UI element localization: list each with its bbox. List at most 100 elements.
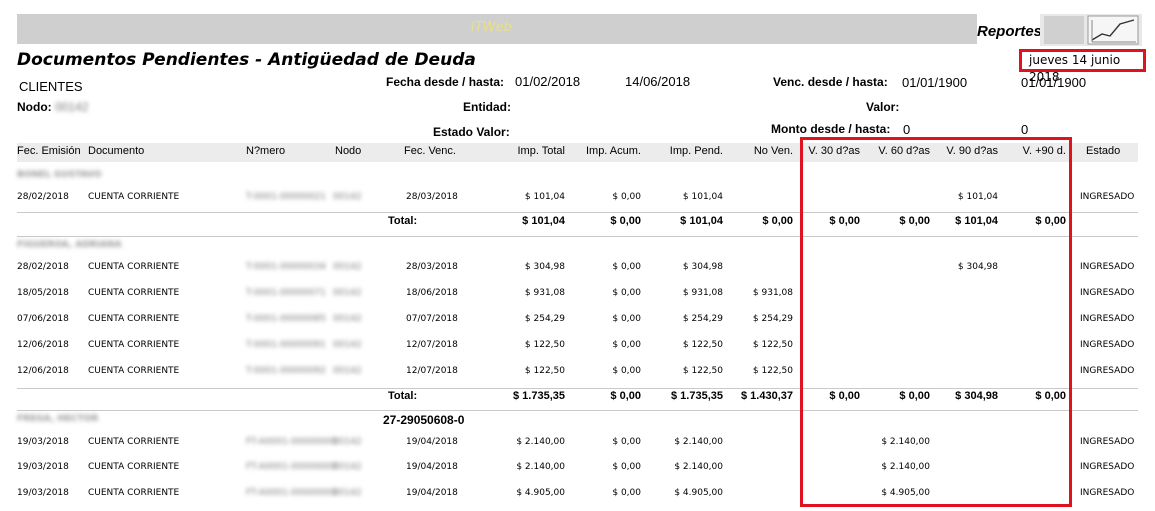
cell-imp-pend: $ 4.905,00: [674, 488, 723, 498]
col-imp-total: Imp. Total: [517, 145, 566, 157]
cell-estado: INGRESADO: [1080, 314, 1135, 324]
cell-imp-acum: $ 0,00: [612, 437, 641, 447]
cell-nodo: 00142: [333, 462, 362, 472]
cell-fec-venc: 19/04/2018: [406, 462, 458, 472]
cell-estado: INGRESADO: [1080, 192, 1135, 202]
cell-documento: CUENTA CORRIENTE: [88, 366, 180, 376]
cell-documento: CUENTA CORRIENTE: [88, 262, 180, 272]
cell-imp-total: $ 122,50: [524, 340, 565, 350]
cell-fec-venc: 12/07/2018: [406, 366, 458, 376]
cell-estado: INGRESADO: [1080, 288, 1135, 298]
cell-fec-emision: 28/02/2018: [17, 262, 69, 272]
col-imp-pend: Imp. Pend.: [669, 145, 723, 157]
nodo-value: 00142: [55, 100, 89, 114]
cell-v90: $ 304,98: [957, 262, 998, 272]
col-v90: V. 90 d?as: [946, 145, 998, 157]
cell-fec-venc: 28/03/2018: [406, 262, 458, 272]
cell-fec-venc: 19/04/2018: [406, 437, 458, 447]
total-v60: $ 0,00: [899, 215, 930, 227]
cell-fec-emision: 19/03/2018: [17, 437, 69, 447]
cell-imp-total: $ 2.140,00: [516, 437, 565, 447]
cell-imp-total: $ 254,29: [524, 314, 565, 324]
row-divider: [17, 236, 1138, 237]
col-fec-emision: Fec. Emisión: [17, 145, 81, 157]
cell-v60: $ 2.140,00: [881, 462, 930, 472]
col-v90plus: V. +90 d.: [1022, 145, 1066, 157]
client-name: FREGA, HECTOR: [17, 414, 99, 424]
client-name: FIGUEROA, ADRIANA: [17, 240, 122, 250]
cell-numero: T-0001-00000071: [246, 288, 326, 298]
cell-numero: FT-A0001-00000000: [246, 488, 337, 498]
cell-imp-total: $ 122,50: [524, 366, 565, 376]
cell-documento: CUENTA CORRIENTE: [88, 488, 180, 498]
cell-nodo: 00142: [333, 437, 362, 447]
fecha-hasta: 14/06/2018: [625, 74, 691, 89]
cell-imp-acum: $ 0,00: [612, 462, 641, 472]
cell-documento: CUENTA CORRIENTE: [88, 314, 180, 324]
col-v30: V. 30 d?as: [808, 145, 860, 157]
cell-fec-emision: 19/03/2018: [17, 488, 69, 498]
monto-desde: 0: [903, 122, 911, 137]
cell-fec-venc: 07/07/2018: [406, 314, 458, 324]
cell-imp-total: $ 2.140,00: [516, 462, 565, 472]
total-v30: $ 0,00: [829, 215, 860, 227]
total-label: Total:: [388, 390, 418, 402]
cell-fec-emision: 28/02/2018: [17, 192, 69, 202]
cell-nodo: 00142: [333, 314, 362, 324]
cell-imp-acum: $ 0,00: [612, 314, 641, 324]
page-title: Documentos Pendientes - Antigüedad de De…: [17, 50, 476, 70]
reportes-label: Reportes: [977, 23, 1043, 40]
col-estado: Estado: [1086, 145, 1121, 157]
total-imp-pend: $ 1.735,35: [671, 390, 723, 402]
cell-estado: INGRESADO: [1080, 366, 1135, 376]
cell-nodo: 00142: [333, 366, 362, 376]
monto-label: Monto desde / hasta:: [771, 122, 891, 136]
cell-fec-venc: 28/03/2018: [406, 192, 458, 202]
cell-documento: CUENTA CORRIENTE: [88, 437, 180, 447]
entidad-label: Entidad:: [463, 100, 511, 114]
cell-numero: FT-A0001-00000000: [246, 462, 337, 472]
cell-no-ven: $ 931,08: [752, 288, 793, 298]
cell-nodo: 00142: [333, 262, 362, 272]
report-chart-icon: [1040, 14, 1142, 46]
report-date: jueves 14 junio 2018: [1019, 49, 1146, 84]
cell-no-ven: $ 122,50: [752, 340, 793, 350]
cell-fec-venc: 18/06/2018: [406, 288, 458, 298]
cell-imp-acum: $ 0,00: [612, 340, 641, 350]
cell-imp-total: $ 931,08: [524, 288, 565, 298]
venc-hasta: 01/01/1900: [1021, 75, 1087, 90]
total-imp-total: $ 1.735,35: [513, 390, 565, 402]
col-documento: Documento: [88, 145, 145, 157]
cell-imp-acum: $ 0,00: [612, 488, 641, 498]
cell-fec-emision: 12/06/2018: [17, 366, 69, 376]
cell-imp-total: $ 101,04: [524, 192, 565, 202]
cell-imp-acum: $ 0,00: [612, 366, 641, 376]
cell-imp-pend: $ 254,29: [682, 314, 723, 324]
cell-imp-acum: $ 0,00: [612, 288, 641, 298]
col-v60: V. 60 d?as: [878, 145, 930, 157]
cell-estado: INGRESADO: [1080, 340, 1135, 350]
cell-documento: CUENTA CORRIENTE: [88, 340, 180, 350]
client-name: BONEL GUSTAVO: [17, 170, 102, 180]
total-imp-acum: $ 0,00: [610, 390, 641, 402]
valor-label: Valor:: [866, 100, 900, 114]
cell-numero: FT-A0001-00000000: [246, 437, 337, 447]
total-v90: $ 304,98: [955, 390, 998, 402]
cell-imp-pend: $ 2.140,00: [674, 437, 723, 447]
cell-no-ven: $ 122,50: [752, 366, 793, 376]
total-no-ven: $ 0,00: [762, 215, 793, 227]
cell-imp-pend: $ 931,08: [682, 288, 723, 298]
total-v90plus: $ 0,00: [1035, 390, 1066, 402]
cell-estado: INGRESADO: [1080, 462, 1135, 472]
cell-nodo: 00142: [333, 288, 362, 298]
venc-label: Venc. desde / hasta:: [773, 75, 888, 89]
col-nodo: Nodo: [335, 145, 362, 157]
cell-v90: $ 101,04: [957, 192, 998, 202]
client-cuit: 27-29050608-0: [383, 413, 465, 427]
cell-nodo: 00142: [333, 340, 362, 350]
cell-documento: CUENTA CORRIENTE: [88, 192, 180, 202]
cell-imp-total: $ 4.905,00: [516, 488, 565, 498]
cell-numero: T-0001-00000092: [246, 366, 326, 376]
cell-v60: $ 4.905,00: [881, 488, 930, 498]
col-imp-acum: Imp. Acum.: [585, 145, 641, 157]
